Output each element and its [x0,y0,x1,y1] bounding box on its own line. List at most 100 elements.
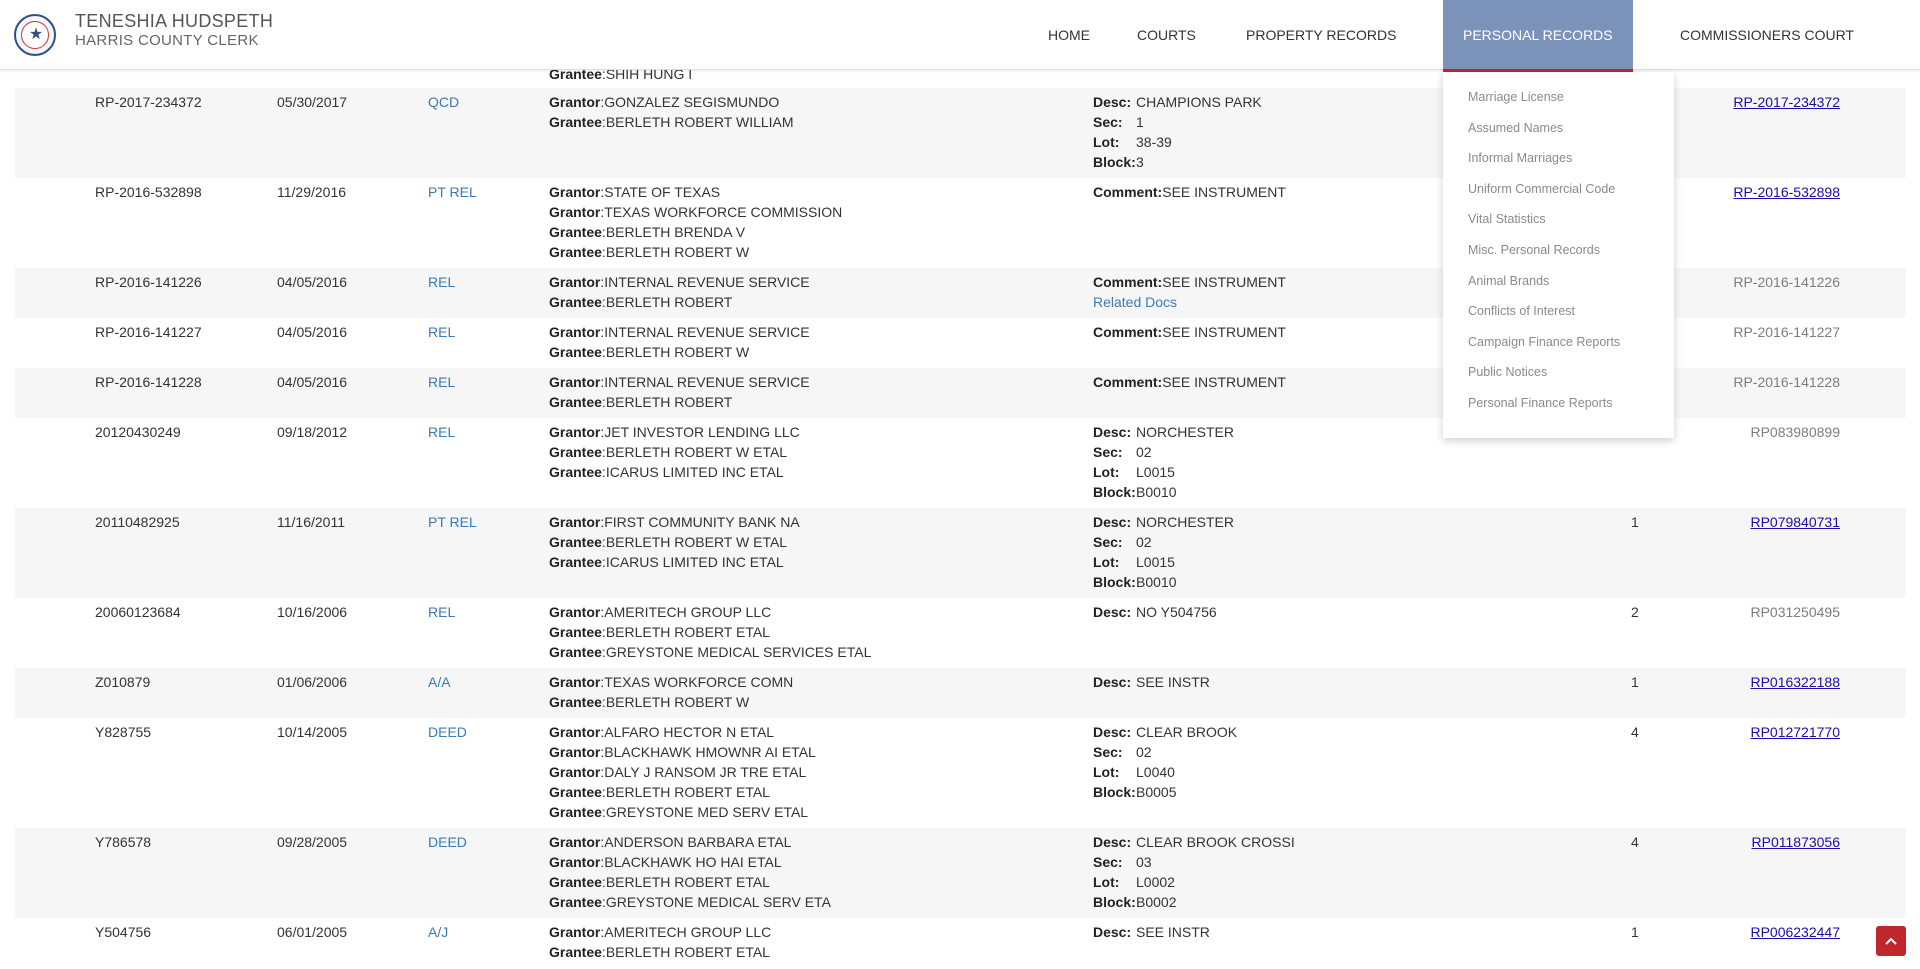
legal-label: Lot: [1093,554,1120,570]
legal-line: Lot: L0015 [1093,552,1234,572]
party-name: INTERNAL REVENUE SERVICE [604,274,810,290]
film-code-link[interactable]: RP011873056 [1752,832,1840,852]
legal-line: Sec: 02 [1093,532,1234,552]
legal-value: SEE INSTR [1136,924,1210,940]
party-name: BERLETH ROBERT W [605,344,750,360]
office-name[interactable]: HARRIS COUNTY CLERK [75,32,259,49]
dropdown-item[interactable]: Uniform Commercial Code [1443,182,1674,213]
legal-label: Block: [1093,894,1136,910]
county-clerk-seal-logo[interactable]: ★ [14,14,56,56]
legal-description-cell: Desc: NORCHESTER Sec: 02 Lot: L0015 Block:B001… [1093,422,1234,502]
instrument-type-link[interactable]: PT REL [428,182,477,202]
dropdown-item[interactable]: Animal Brands [1443,274,1674,305]
instrument-type-link[interactable]: A/A [428,672,451,692]
legal-label: Sec: [1093,854,1123,870]
dropdown-item[interactable]: Assumed Names [1443,121,1674,152]
nav-property-records[interactable]: PROPERTY RECORDS [1246,0,1396,70]
legal-description-cell: Desc: SEE INSTR [1093,922,1210,942]
instrument-type-link[interactable]: DEED [428,722,467,742]
instrument-type-link[interactable]: REL [428,602,455,622]
party-name: BERLETH ROBERT ETAL [605,624,770,640]
party-name: BERLETH ROBERT ETAL [605,784,770,800]
legal-line: Desc: NORCHESTER [1093,422,1234,442]
dropdown-item[interactable]: Public Notices [1443,365,1674,396]
instrument-type-link[interactable]: REL [428,372,455,392]
party-line: Grantee:BERLETH ROBERT W ETAL [549,442,800,462]
legal-line: Desc: CLEAR BROOK CROSSI [1093,832,1295,852]
film-code-link[interactable]: RP012721770 [1750,722,1840,742]
party-line: Grantee:BERLETH ROBERT ETAL [549,782,816,802]
film-code-link[interactable]: RP016322188 [1750,672,1840,692]
party-name: FIRST COMMUNITY BANK NA [604,514,800,530]
seal-inner-ring: ★ [21,21,49,49]
film-code-link[interactable]: RP079840731 [1750,512,1840,532]
table-row: 20060123684 10/16/2006 REL Grantor:AMERITEC… [15,598,1906,668]
legal-label: Comment: [1093,274,1163,290]
file-number: 20120430249 [95,424,181,440]
dropdown-item[interactable]: Misc. Personal Records [1443,243,1674,274]
party-line: Grantor:BLACKHAWK HO HAI ETAL [549,852,831,872]
party-name: BERLETH ROBERT W [605,244,750,260]
parties-cell: Grantor:AMERITECH GROUP LLC Grantee:BERLE… [549,922,771,962]
legal-line: Lot: L0040 [1093,762,1237,782]
legal-label: Sec: [1093,114,1123,130]
nav-courts[interactable]: COURTS [1137,0,1196,70]
legal-value: CLEAR BROOK [1136,724,1238,740]
film-code-link[interactable]: RP006232447 [1750,922,1840,942]
party-role: Grantor [549,764,601,780]
nav-commissioners-court[interactable]: COMMISSIONERS COURT [1680,0,1854,70]
instrument-type-link[interactable]: A/J [428,922,448,942]
party-role: Grantor [549,724,601,740]
legal-line: Comment:SEE INSTRUMENT [1093,182,1286,202]
party-line: Grantee:GREYSTONE MED SERV ETAL [549,802,816,822]
party-name: BERLETH ROBERT [605,294,733,310]
dropdown-item[interactable]: Marriage License [1443,90,1674,121]
party-role: Grantor [549,744,601,760]
page-count: 4 [1631,834,1639,850]
legal-line: Block:B0010 [1093,572,1234,592]
nav-personal-records[interactable]: PERSONAL RECORDS [1443,0,1633,72]
dropdown-item[interactable]: Vital Statistics [1443,212,1674,243]
related-docs-link[interactable]: Related Docs [1093,292,1286,312]
page-count: 1 [1631,514,1639,530]
page-count: 4 [1631,724,1639,740]
legal-value: B0010 [1136,574,1177,590]
dropdown-item[interactable]: Informal Marriages [1443,151,1674,182]
instrument-type-link[interactable]: PT REL [428,512,477,532]
dropdown-item[interactable]: Conflicts of Interest [1443,304,1674,335]
party-name: AMERITECH GROUP LLC [604,924,772,940]
legal-description-cell: Desc: NORCHESTER Sec: 02 Lot: L0015 Block:B001… [1093,512,1234,592]
party-name: GONZALEZ SEGISMUNDO [604,94,780,110]
legal-value: NO Y504756 [1136,604,1217,620]
instrument-type-link[interactable]: REL [428,322,455,342]
film-code-link[interactable]: RP-2017-234372 [1733,92,1840,112]
legal-label: Comment: [1093,184,1163,200]
legal-value: L0002 [1136,874,1175,890]
instrument-type-link[interactable]: REL [428,422,455,442]
back-to-top-button[interactable] [1876,926,1906,956]
legal-value: 02 [1136,444,1152,460]
party-role: Grantee [549,344,602,360]
party-line: Grantee:BERLETH ROBERT W [549,342,810,362]
nav-home[interactable]: HOME [1048,0,1090,70]
clerk-name[interactable]: TENESHIA HUDSPETH [75,11,273,32]
party-line: Grantor:GONZALEZ SEGISMUNDO [549,92,794,112]
instrument-type-link[interactable]: QCD [428,92,459,112]
instrument-type-link[interactable]: DEED [428,832,467,852]
party-name: STATE OF TEXAS [604,184,721,200]
chevron-up-icon [1885,937,1897,945]
film-code-link[interactable]: RP-2016-532898 [1733,182,1840,202]
parties-cell: Grantor:INTERNAL REVENUE SERVICE Grantee:… [549,372,810,412]
dropdown-item[interactable]: Campaign Finance Reports [1443,335,1674,366]
instrument-type-link[interactable]: REL [428,272,455,292]
file-number: Y828755 [95,724,152,740]
file-number: RP-2016-532898 [95,184,202,200]
party-name: BERLETH ROBERT ETAL [605,874,770,890]
party-role: Grantor [549,924,601,940]
dropdown-item[interactable]: Personal Finance Reports [1443,396,1674,427]
legal-line: Sec: 03 [1093,852,1295,872]
party-role: Grantee [549,624,602,640]
legal-line: Sec: 1 [1093,112,1262,132]
party-name: ICARUS LIMITED INC ETAL [605,464,784,480]
legal-line: Desc: SEE INSTR [1093,922,1210,942]
